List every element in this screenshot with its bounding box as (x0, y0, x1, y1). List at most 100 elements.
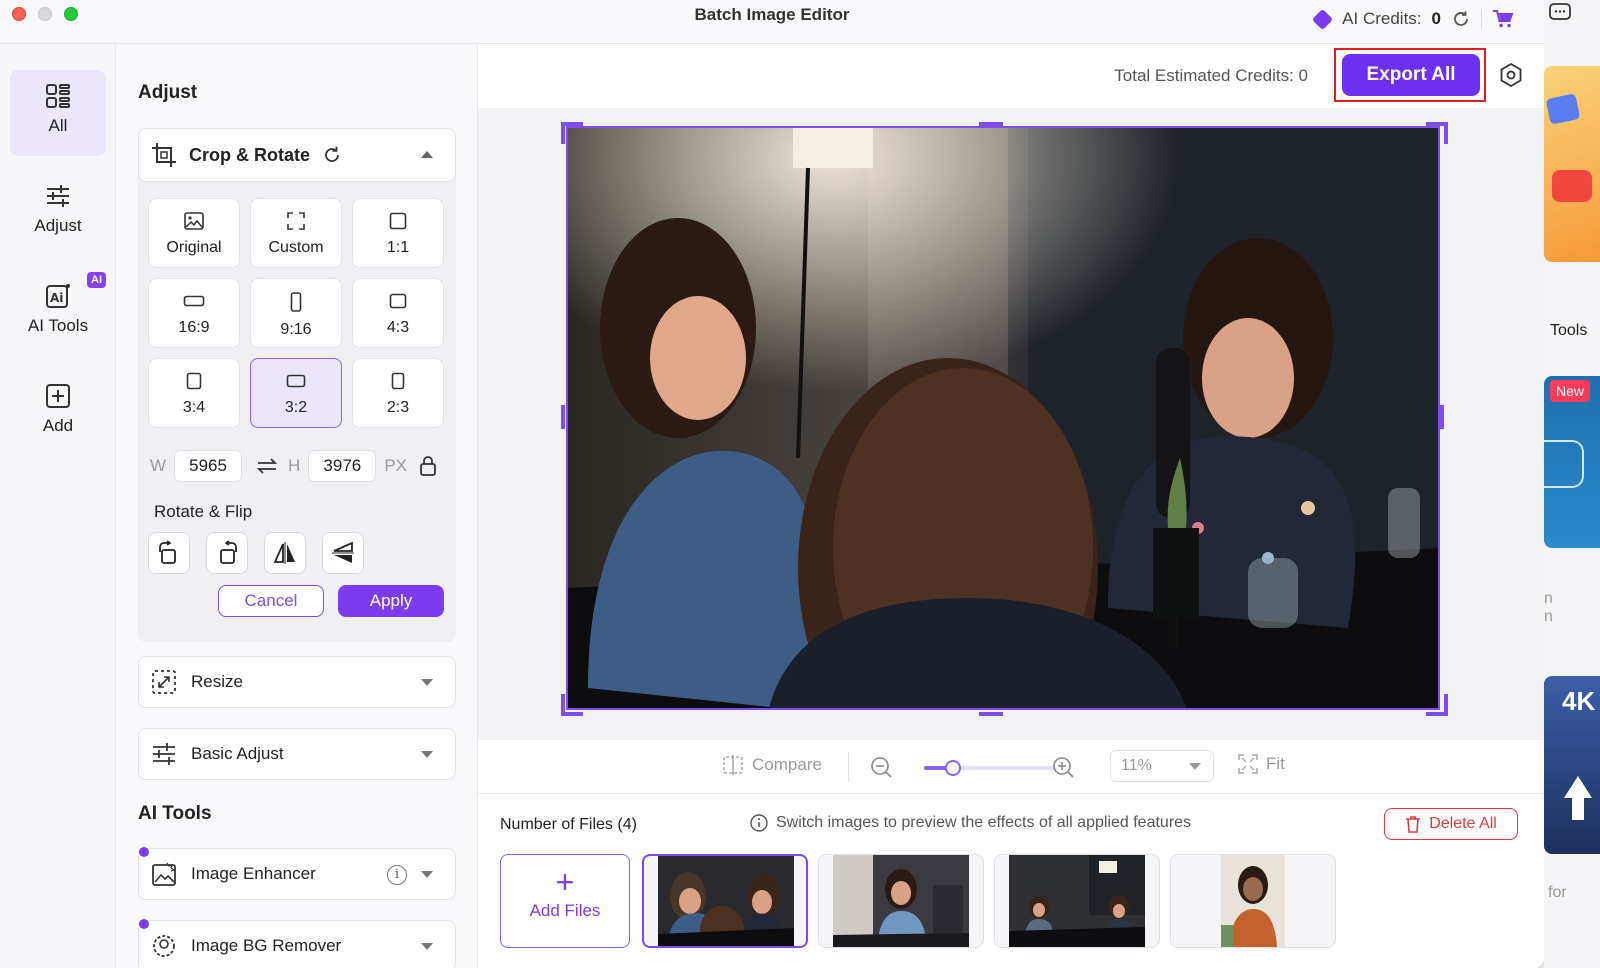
bg-remover-section[interactable]: Image BG Remover (137, 917, 456, 968)
ai-badge: AI (87, 272, 106, 288)
image-icon (184, 212, 204, 230)
preview-image[interactable] (566, 126, 1440, 710)
zoom-toolbar: Compare 11% Fit (478, 740, 1544, 794)
promo-card-video[interactable] (1544, 66, 1600, 262)
nav-item-adjust[interactable]: Adjust (10, 170, 106, 256)
crop-handle-top-right[interactable] (1426, 122, 1448, 144)
crop-rotate-header[interactable]: Crop & Rotate (138, 128, 456, 182)
ratio-1-1[interactable]: 1:1 (352, 198, 444, 268)
files-strip: Number of Files (4) Switch images to pre… (478, 794, 1544, 968)
fit-icon (1238, 754, 1258, 774)
enhancer-icon (152, 862, 176, 886)
delete-all-button[interactable]: Delete All (1384, 808, 1518, 840)
rotate-left-icon (159, 540, 176, 564)
expand-chevron-icon[interactable] (421, 751, 433, 758)
height-input[interactable]: 3976 (308, 450, 377, 482)
export-all-button[interactable]: Export All (1342, 54, 1480, 96)
settings-icon[interactable] (1498, 62, 1524, 88)
rotate-left-button[interactable] (148, 532, 190, 574)
toolbar-divider (848, 752, 849, 782)
arrow-stem (1572, 796, 1584, 820)
cancel-button[interactable]: Cancel (218, 585, 324, 617)
zoom-slider[interactable] (924, 760, 1056, 776)
unit-label: PX (384, 456, 408, 475)
refresh-icon[interactable] (1451, 9, 1471, 29)
file-thumbnail-3[interactable] (994, 854, 1160, 948)
chat-icon[interactable] (1548, 2, 1574, 24)
ratio-original[interactable]: Original (148, 198, 240, 268)
zoom-in-icon[interactable] (1052, 756, 1074, 778)
flip-vertical-button[interactable] (322, 532, 364, 574)
nav-item-ai-tools[interactable]: AI Ai AI Tools (10, 270, 106, 356)
crop-handle-left[interactable] (561, 405, 565, 429)
expand-chevron-icon[interactable] (421, 943, 433, 950)
ratio-label: 16:9 (178, 319, 210, 336)
reset-icon[interactable] (322, 145, 342, 165)
ratio-2-3[interactable]: 2:3 (352, 358, 444, 428)
basic-adjust-label: Basic Adjust (191, 744, 284, 763)
nav-label-all: All (48, 116, 68, 135)
nav-item-all[interactable]: All (10, 70, 106, 156)
zoom-slider-handle[interactable] (945, 760, 962, 776)
background-window: Tools New n n 4K for (1544, 0, 1600, 968)
zoom-out-icon[interactable] (870, 756, 892, 778)
basic-adjust-section[interactable]: Basic Adjust (138, 728, 456, 780)
rotate-right-button[interactable] (206, 532, 248, 574)
ratio-custom[interactable]: Custom (250, 198, 342, 268)
image-enhancer-section[interactable]: Image Enhancer i (137, 845, 456, 900)
width-label: W (150, 456, 167, 475)
ratio-4-3[interactable]: 4:3 (352, 278, 444, 348)
portrait-icon (290, 292, 302, 312)
promo-card-4k[interactable]: 4K (1544, 676, 1600, 854)
crop-handle-bottom[interactable] (979, 712, 1003, 716)
apply-button[interactable]: Apply (338, 585, 444, 617)
for-text: for (1548, 884, 1567, 901)
ai-credits: AI Credits: 0 (1312, 8, 1514, 30)
lock-icon[interactable] (419, 455, 437, 477)
ratio-grid: Original Custom 1:1 16:9 9:16 4:3 3:4 3:… (148, 198, 448, 428)
crop-handle-bottom-right[interactable] (1426, 694, 1448, 716)
play-icon (1552, 170, 1592, 202)
ratio-9-16[interactable]: 9:16 (250, 278, 342, 348)
collapse-chevron-icon[interactable] (421, 151, 433, 158)
crop-rotate-label: Crop & Rotate (189, 144, 310, 165)
resize-section[interactable]: Resize (138, 656, 456, 708)
zoom-select[interactable]: 11% (1110, 750, 1214, 782)
cart-icon[interactable] (1492, 9, 1514, 29)
expand-chevron-icon[interactable] (421, 679, 433, 686)
swap-icon[interactable] (256, 457, 278, 475)
grid-icon (46, 84, 70, 108)
title-bar: Batch Image Editor AI Credits: 0 (0, 0, 1544, 44)
window-title: Batch Image Editor (694, 5, 850, 24)
crop-handle-top-left[interactable] (561, 122, 583, 144)
add-icon (46, 384, 70, 408)
flip-horizontal-button[interactable] (264, 532, 306, 574)
rotate-flip-row (148, 532, 364, 574)
expand-chevron-icon[interactable] (421, 871, 433, 878)
file-thumbnail-4[interactable] (1170, 854, 1336, 948)
ai-icon: Ai (46, 284, 70, 308)
file-thumbnail-1[interactable] (642, 854, 808, 948)
sliders-icon (153, 743, 175, 765)
bg-remover-label: Image BG Remover (191, 936, 342, 955)
file-thumbnail-2[interactable] (818, 854, 984, 948)
ratio-16-9[interactable]: 16:9 (148, 278, 240, 348)
crop-handle-bottom-left[interactable] (561, 694, 583, 716)
arrow-up-icon (1564, 776, 1592, 798)
ratio-label: 4:3 (386, 319, 410, 336)
crop-icon (152, 143, 176, 167)
bg-remover-icon (153, 935, 175, 957)
crop-handle-right[interactable] (1440, 405, 1444, 429)
fit-button[interactable]: Fit (1238, 754, 1285, 774)
nav-label-add: Add (42, 416, 74, 435)
info-icon[interactable]: i (387, 865, 407, 885)
crop-handle-top[interactable] (979, 122, 1003, 126)
nav-item-add[interactable]: Add (10, 370, 106, 456)
ratio-3-4[interactable]: 3:4 (148, 358, 240, 428)
ratio-3-2[interactable]: 3:2 (250, 358, 342, 428)
compare-button[interactable]: Compare (722, 754, 822, 776)
width-input[interactable]: 5965 (174, 450, 243, 482)
add-files-button[interactable]: + Add Files (500, 854, 630, 948)
ratio-icon (389, 293, 407, 309)
add-files-label: Add Files (529, 901, 601, 920)
